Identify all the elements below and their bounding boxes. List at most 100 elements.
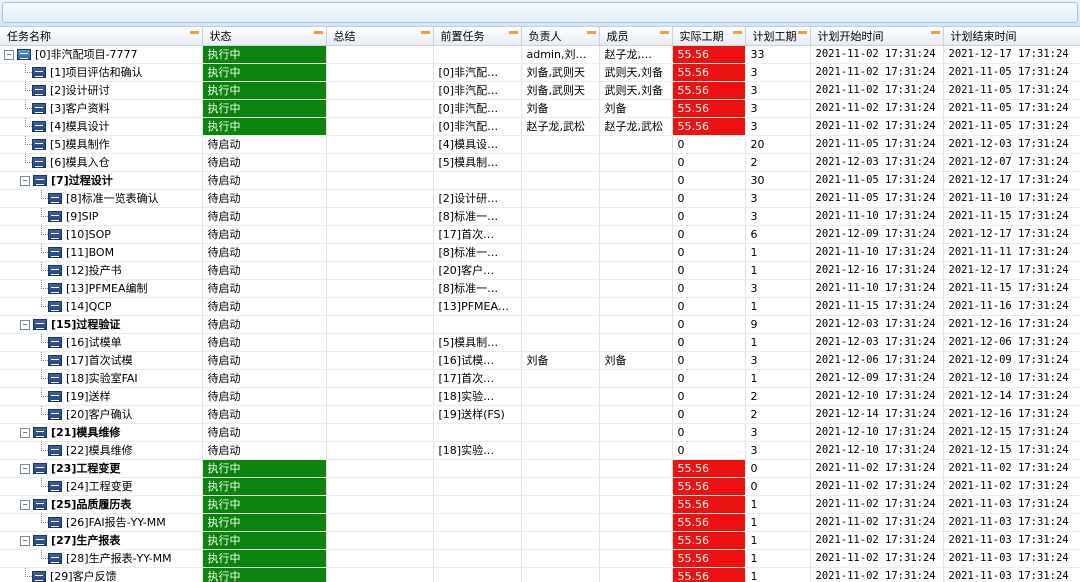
summary-cell[interactable] [326, 171, 434, 190]
predecessor-cell[interactable] [433, 45, 522, 64]
members-cell[interactable] [599, 369, 673, 388]
owner-cell[interactable] [521, 477, 600, 496]
planned-start-cell[interactable]: 2021-12-10 17:31:24 [810, 387, 944, 406]
planned-end-cell[interactable]: 2021-12-17 17:31:24 [943, 171, 1080, 190]
status-cell[interactable]: 执行中 [202, 513, 327, 532]
owner-cell[interactable] [521, 567, 600, 582]
owner-cell[interactable]: admin,刘… [521, 45, 600, 64]
members-cell[interactable] [599, 207, 673, 226]
planned-duration-cell[interactable]: 3 [745, 99, 811, 118]
task-name-cell[interactable]: [17]首次试模 [0, 351, 203, 370]
task-name-cell[interactable]: [13]PFMEA编制 [0, 279, 203, 298]
predecessor-cell[interactable]: [0]非汽配… [433, 63, 522, 82]
planned-start-cell[interactable]: 2021-11-02 17:31:24 [810, 117, 944, 136]
summary-cell[interactable] [326, 477, 434, 496]
owner-cell[interactable] [521, 369, 600, 388]
planned-start-cell[interactable]: 2021-12-03 17:31:24 [810, 333, 944, 352]
predecessor-cell[interactable]: [0]非汽配… [433, 117, 522, 136]
summary-cell[interactable] [326, 225, 434, 244]
status-cell[interactable]: 执行中 [202, 81, 327, 100]
status-cell[interactable]: 待启动 [202, 207, 327, 226]
planned-end-cell[interactable]: 2021-11-05 17:31:24 [943, 99, 1080, 118]
predecessor-cell[interactable] [433, 513, 522, 532]
members-cell[interactable] [599, 513, 673, 532]
predecessor-cell[interactable]: [5]模具制… [433, 153, 522, 172]
planned-end-cell[interactable]: 2021-11-03 17:31:24 [943, 567, 1080, 582]
planned-duration-cell[interactable]: 0 [745, 459, 811, 478]
collapse-toggle-icon[interactable]: − [20, 175, 30, 186]
planned-end-cell[interactable]: 2021-12-06 17:31:24 [943, 333, 1080, 352]
summary-cell[interactable] [326, 81, 434, 100]
status-cell[interactable]: 待启动 [202, 171, 327, 190]
planned-start-cell[interactable]: 2021-11-02 17:31:24 [810, 477, 944, 496]
task-row[interactable]: [19]送样 待启动 [18]实验… 0 2 2021-12-10 17:31:24 202… [0, 387, 1080, 406]
owner-cell[interactable] [521, 297, 600, 316]
column-header-members[interactable]: 成员 [599, 27, 673, 46]
owner-cell[interactable] [521, 333, 600, 352]
summary-cell[interactable] [326, 459, 434, 478]
task-name-cell[interactable]: [1]项目评估和确认 [0, 63, 203, 82]
planned-start-cell[interactable]: 2021-11-05 17:31:24 [810, 135, 944, 154]
planned-duration-cell[interactable]: 9 [745, 315, 811, 334]
status-cell[interactable]: 执行中 [202, 567, 327, 582]
planned-end-cell[interactable]: 2021-12-16 17:31:24 [943, 315, 1080, 334]
owner-cell[interactable] [521, 423, 600, 442]
actual-duration-cell[interactable]: 55.56 [672, 63, 746, 82]
owner-cell[interactable]: 刘备,武则天 [521, 81, 600, 100]
planned-end-cell[interactable]: 2021-12-15 17:31:24 [943, 423, 1080, 442]
collapse-toggle-icon[interactable]: − [4, 49, 14, 60]
planned-start-cell[interactable]: 2021-11-05 17:31:24 [810, 171, 944, 190]
members-cell[interactable] [599, 261, 673, 280]
predecessor-cell[interactable] [433, 531, 522, 550]
task-row[interactable]: [28]生产报表-YY-MM 执行中 55.56 1 2021-11-02 17:31:… [0, 549, 1080, 568]
column-header-summary[interactable]: 总结 [326, 27, 434, 46]
status-cell[interactable]: 待启动 [202, 243, 327, 262]
members-cell[interactable] [599, 549, 673, 568]
task-row[interactable]: [5]模具制作 待启动 [4]模具设… 0 20 2021-11-05 17:31:24 2… [0, 135, 1080, 154]
members-cell[interactable] [599, 477, 673, 496]
task-row[interactable]: [3]客户资料 执行中 [0]非汽配… 刘备 刘备 55.56 3 2021-11-02 17… [0, 99, 1080, 118]
actual-duration-cell[interactable]: 0 [672, 153, 746, 172]
task-name-cell[interactable]: [29]客户反馈 [0, 567, 203, 582]
summary-cell[interactable] [326, 351, 434, 370]
task-row[interactable]: [10]SOP 待启动 [17]首次… 0 6 2021-12-09 17:31:24 20… [0, 225, 1080, 244]
planned-duration-cell[interactable]: 1 [745, 369, 811, 388]
column-header-actual-duration[interactable]: 实际工期 [672, 27, 746, 46]
actual-duration-cell[interactable]: 0 [672, 171, 746, 190]
status-cell[interactable]: 待启动 [202, 135, 327, 154]
summary-cell[interactable] [326, 549, 434, 568]
summary-cell[interactable] [326, 405, 434, 424]
planned-end-cell[interactable]: 2021-11-03 17:31:24 [943, 531, 1080, 550]
status-cell[interactable]: 执行中 [202, 459, 327, 478]
predecessor-cell[interactable] [433, 423, 522, 442]
actual-duration-cell[interactable]: 55.56 [672, 81, 746, 100]
planned-start-cell[interactable]: 2021-12-14 17:31:24 [810, 405, 944, 424]
status-cell[interactable]: 待启动 [202, 333, 327, 352]
planned-start-cell[interactable]: 2021-11-02 17:31:24 [810, 567, 944, 582]
members-cell[interactable] [599, 135, 673, 154]
actual-duration-cell[interactable]: 55.56 [672, 513, 746, 532]
owner-cell[interactable] [521, 261, 600, 280]
owner-cell[interactable] [521, 387, 600, 406]
members-cell[interactable] [599, 171, 673, 190]
predecessor-cell[interactable] [433, 171, 522, 190]
planned-duration-cell[interactable]: 1 [745, 495, 811, 514]
status-cell[interactable]: 执行中 [202, 531, 327, 550]
planned-duration-cell[interactable]: 1 [745, 243, 811, 262]
summary-cell[interactable] [326, 531, 434, 550]
members-cell[interactable] [599, 279, 673, 298]
task-name-cell[interactable]: − [15]过程验证 [0, 315, 203, 334]
members-cell[interactable] [599, 225, 673, 244]
planned-start-cell[interactable]: 2021-11-10 17:31:24 [810, 207, 944, 226]
column-header-planned-end[interactable]: 计划结束时间 [943, 27, 1080, 46]
predecessor-cell[interactable] [433, 459, 522, 478]
status-cell[interactable]: 待启动 [202, 153, 327, 172]
task-name-cell[interactable]: − [25]品质履历表 [0, 495, 203, 514]
summary-cell[interactable] [326, 423, 434, 442]
summary-cell[interactable] [326, 243, 434, 262]
members-cell[interactable] [599, 315, 673, 334]
planned-start-cell[interactable]: 2021-12-10 17:31:24 [810, 441, 944, 460]
collapse-toggle-icon[interactable]: − [20, 427, 30, 438]
planned-end-cell[interactable]: 2021-12-15 17:31:24 [943, 441, 1080, 460]
task-row[interactable]: [18]实验室FAI 待启动 [17]首次… 0 1 2021-12-09 17:31:2… [0, 369, 1080, 388]
